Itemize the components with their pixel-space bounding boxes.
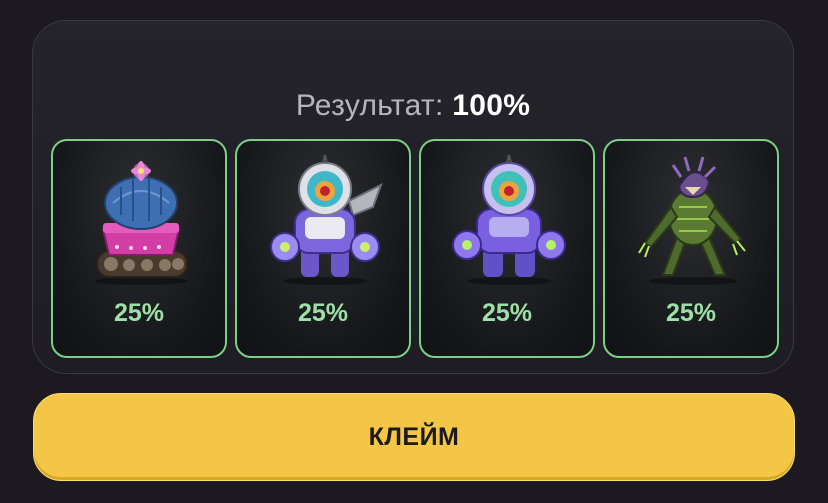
reward-card-3[interactable]: 25% [419, 139, 595, 358]
result-label: Результат: [295, 89, 444, 122]
result-value: 100% [452, 89, 531, 122]
card-percent: 25% [113, 299, 165, 327]
claim-button[interactable]: КЛЕЙМ [33, 393, 795, 481]
purple-robot-icon [452, 154, 566, 285]
reward-card-4[interactable]: 25% [603, 139, 779, 358]
purple-robot-winged-icon [270, 154, 383, 285]
card-percent: 25% [665, 299, 717, 327]
card-percent: 25% [481, 299, 533, 327]
cactus-tank-icon [95, 161, 188, 285]
green-monster-icon [638, 156, 746, 285]
reward-card-2[interactable]: 25% [235, 139, 411, 358]
card-percent: 25% [297, 299, 349, 327]
reward-card-1[interactable]: 25% [51, 139, 227, 358]
result-line: Результат: 100% [33, 89, 793, 123]
